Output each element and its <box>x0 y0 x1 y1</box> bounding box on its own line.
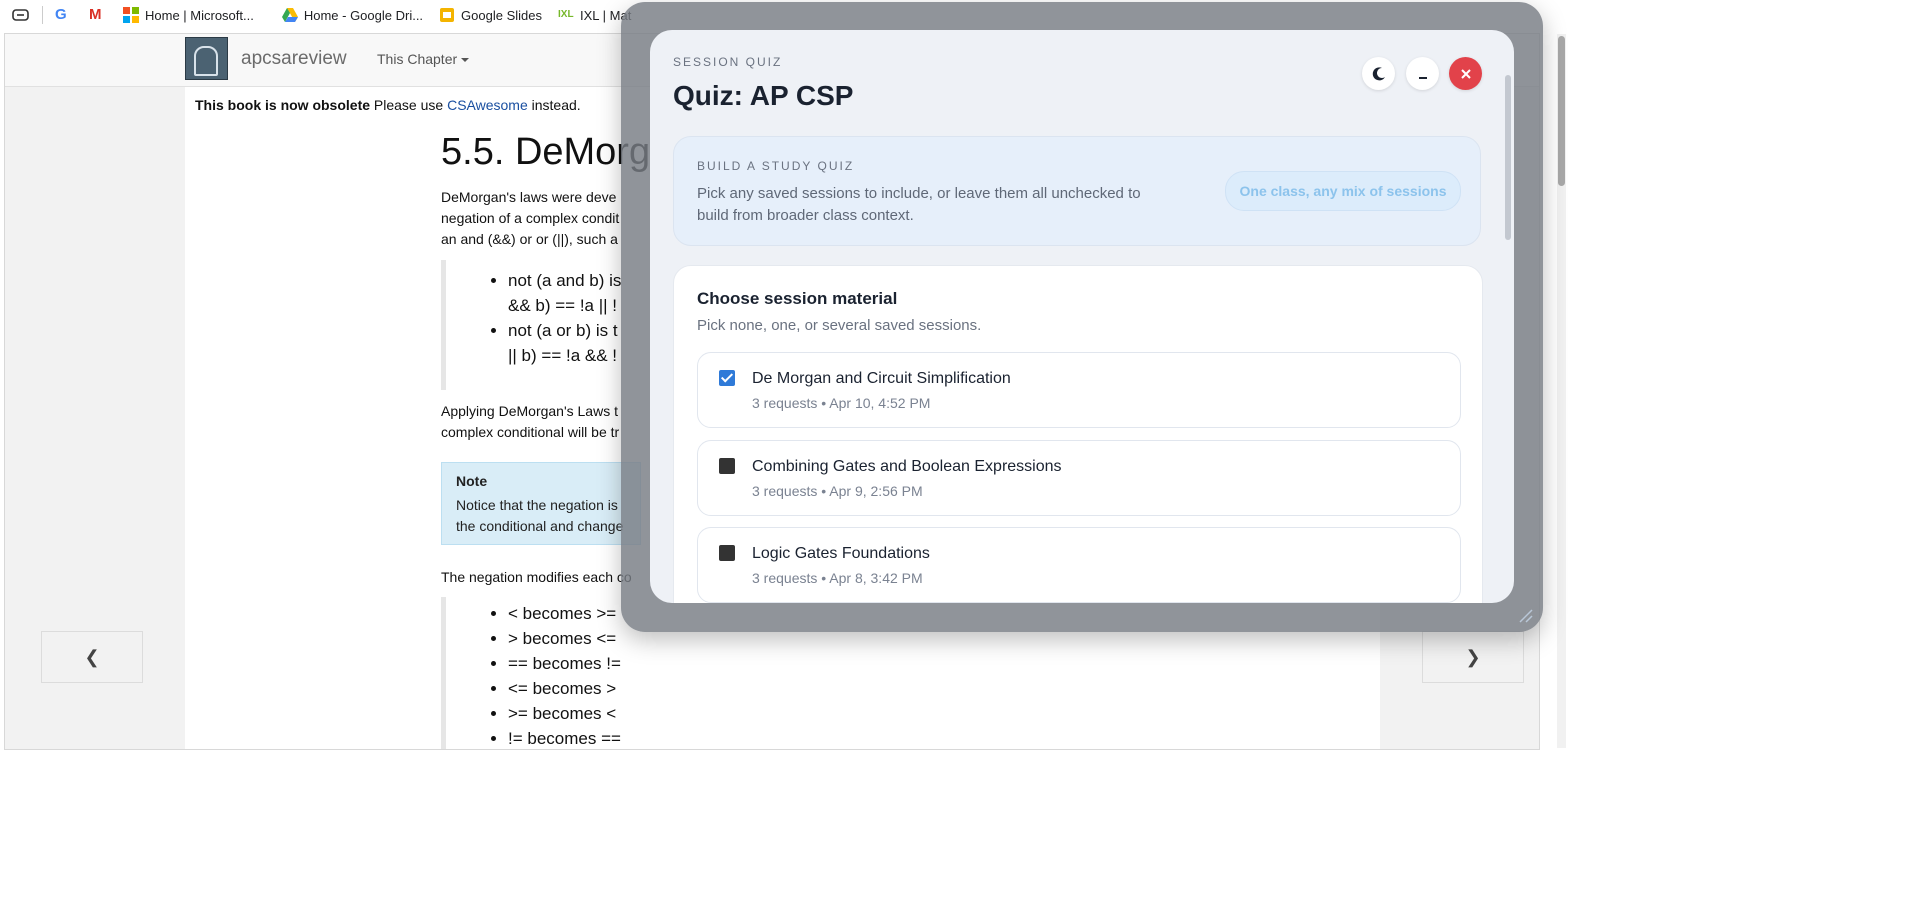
chevron-right-icon: ❯ <box>1465 646 1481 667</box>
quiz-panel: SESSION QUIZ Quiz: AP CSP BUILD A STUDY … <box>650 30 1514 603</box>
operators-block: < becomes >= > becomes <= == becomes != … <box>441 597 646 749</box>
operator-item: > becomes <= <box>508 626 646 651</box>
quiz-title: Quiz: AP CSP <box>673 80 854 111</box>
session-item[interactable]: De Morgan and Circuit Simplification 3 r… <box>697 352 1461 428</box>
ixl-icon: IXL <box>558 9 574 20</box>
prev-page-button[interactable]: ❮ <box>41 631 143 683</box>
bookmark-label: Home - Google Dri... <box>303 7 424 23</box>
google-slides-icon <box>439 7 455 23</box>
session-meta: 3 requests • Apr 8, 3:42 PM <box>752 570 923 586</box>
session-item[interactable]: Logic Gates Foundations 3 requests • Apr… <box>697 527 1461 603</box>
operator-item: >= becomes < <box>508 701 646 726</box>
obsolete-end: instead. <box>531 97 581 113</box>
mix-sessions-pill: One class, any mix of sessions <box>1225 171 1461 211</box>
build-quiz-card: BUILD A STUDY QUIZ Pick any saved sessio… <box>673 136 1481 246</box>
operator-item: == becomes != <box>508 651 646 676</box>
bookmark-google-drive[interactable]: Home - Google Dri... <box>281 0 424 30</box>
intro-paragraph: DeMorgan's laws were deve negation of a … <box>441 187 641 250</box>
law-line: not (a and b) is <box>508 271 622 290</box>
session-meta: 3 requests • Apr 10, 4:52 PM <box>752 395 931 411</box>
bookmark-label: Google Slides <box>461 7 542 23</box>
session-meta: 3 requests • Apr 9, 2:56 PM <box>752 483 923 499</box>
minimize-icon <box>1418 76 1427 79</box>
session-checkbox[interactable] <box>719 545 735 561</box>
gmail-icon: M <box>89 6 102 23</box>
session-name: Logic Gates Foundations <box>752 545 930 562</box>
law-line: || b) == !a && ! <box>508 346 617 365</box>
laws-block: not (a and b) is && b) == !a || ! not (a … <box>441 260 646 390</box>
operator-item: <= becomes > <box>508 676 646 701</box>
note-line: the conditional and change <box>456 518 624 534</box>
chapter-menu[interactable]: This Chapter <box>377 51 470 67</box>
negation-paragraph: The negation modifies each co <box>441 569 632 585</box>
google-bookmark[interactable]: G <box>55 0 77 30</box>
bookmarks-divider <box>42 6 43 24</box>
tab-search-icon[interactable] <box>12 0 30 30</box>
obsolete-mid: Please use <box>373 97 444 113</box>
google-icon: G <box>55 6 67 23</box>
intro-line: DeMorgan's laws were deve <box>441 189 617 205</box>
chapter-menu-label: This Chapter <box>377 51 458 67</box>
session-name: De Morgan and Circuit Simplification <box>752 370 1011 387</box>
session-item[interactable]: Combining Gates and Boolean Expressions … <box>697 440 1461 516</box>
gmail-bookmark[interactable]: M <box>89 0 111 30</box>
resize-grip-icon[interactable] <box>1516 606 1534 624</box>
note-box: Note Notice that the negation is the con… <box>441 462 641 545</box>
theme-toggle-button[interactable] <box>1362 57 1395 90</box>
applying-paragraph: Applying DeMorgan's Laws t complex condi… <box>441 401 641 443</box>
caret-down-icon <box>461 58 470 63</box>
obsolete-bold: This book is now obsolete <box>195 97 371 113</box>
build-quiz-label: BUILD A STUDY QUIZ <box>697 159 855 173</box>
material-subtitle: Pick none, one, or several saved session… <box>697 317 982 334</box>
session-checkbox[interactable] <box>719 458 735 474</box>
session-material-card: Choose session material Pick none, one, … <box>673 265 1483 603</box>
quiz-scrollbar-thumb[interactable] <box>1505 75 1511 240</box>
intro-line: negation of a complex condit <box>441 210 620 226</box>
google-drive-icon <box>281 7 298 23</box>
close-icon <box>1460 68 1471 79</box>
session-name: Combining Gates and Boolean Expressions <box>752 458 1062 475</box>
law-line: not (a or b) is t <box>508 321 618 340</box>
close-button[interactable] <box>1449 57 1482 90</box>
session-checkbox[interactable] <box>719 370 735 386</box>
bookmark-label: Home | Microsoft... <box>145 7 254 23</box>
moon-icon <box>1372 66 1385 80</box>
applying-line: complex conditional will be tr <box>441 424 620 440</box>
microsoft-icon <box>123 7 139 23</box>
bookmark-google-slides[interactable]: Google Slides <box>439 0 542 30</box>
note-title: Note <box>456 473 488 489</box>
chevron-left-icon: ❮ <box>84 646 100 667</box>
material-title: Choose session material <box>697 289 898 308</box>
bookmark-microsoft[interactable]: Home | Microsoft... <box>123 0 254 30</box>
csawesome-link[interactable]: CSAwesome <box>447 97 528 113</box>
note-line: Notice that the negation is <box>456 497 618 513</box>
site-logo[interactable] <box>185 37 228 80</box>
intro-line: an and (&&) or or (||), such a <box>441 231 618 247</box>
section-heading: 5.5. DeMorg <box>441 131 651 173</box>
page-scrollbar-thumb[interactable] <box>1558 36 1565 186</box>
next-page-button[interactable]: ❯ <box>1422 631 1524 683</box>
site-brand[interactable]: apcsareview <box>241 48 347 70</box>
operator-item: != becomes == <box>508 726 646 749</box>
applying-line: Applying DeMorgan's Laws t <box>441 403 618 419</box>
obsolete-banner: This book is now obsolete Please use CSA… <box>195 97 581 113</box>
build-quiz-description: Pick any saved sessions to include, or l… <box>697 185 1141 224</box>
quiz-eyebrow: SESSION QUIZ <box>673 55 783 69</box>
minimize-button[interactable] <box>1406 57 1439 90</box>
law-line: && b) == !a || ! <box>508 296 617 315</box>
